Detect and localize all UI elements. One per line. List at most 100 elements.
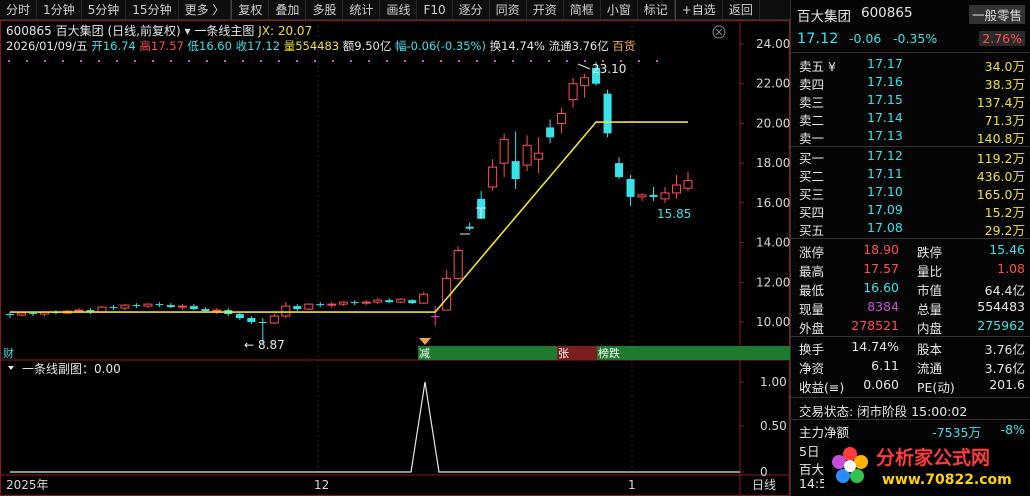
stat-label: 股本 bbox=[917, 342, 943, 357]
candle-body bbox=[568, 83, 578, 101]
stat2-row: 收益(≡) 0.060 PE(动) 201.6 bbox=[791, 377, 1030, 396]
bid-label: 买三 bbox=[799, 187, 825, 202]
toolbar-item[interactable]: 小窗 bbox=[601, 0, 638, 20]
toolbar-item[interactable]: 开资 bbox=[527, 0, 564, 20]
stat-row: 最高 17.57 量比 1.08 bbox=[791, 261, 1030, 280]
bid-row: 买三 17.10 165.0万 bbox=[791, 184, 1030, 203]
logo-url: www.70822.com bbox=[882, 472, 1012, 488]
finance-tag: 财 bbox=[3, 346, 14, 360]
toolbar-item[interactable]: 返回 bbox=[723, 0, 760, 20]
turn-value: 14.74% bbox=[501, 39, 545, 53]
signal-dot bbox=[368, 60, 370, 62]
sub-axis-label: 0 bbox=[760, 465, 768, 479]
kline-chart[interactable]: 24.00 22.00 20.00 18.00 16.00 14.00 12.00 10.00… bbox=[0, 20, 790, 496]
day-label[interactable]: 5日 bbox=[799, 441, 819, 460]
sub-axis-label: 0.50 bbox=[760, 419, 787, 433]
divider bbox=[791, 419, 1030, 420]
toolbar-item[interactable]: 同资 bbox=[490, 0, 527, 20]
price-axis-label: 18.00 bbox=[756, 156, 790, 170]
stat-value: 3.76亿 bbox=[984, 361, 1025, 376]
toolbar-item[interactable]: 分时 bbox=[0, 0, 38, 20]
bid-row: 买一 17.12 119.2万 bbox=[791, 148, 1030, 167]
bid-price: 17.08 bbox=[867, 220, 903, 235]
main-net-value: -7535万 bbox=[932, 425, 981, 440]
toolbar-item[interactable]: 5分钟 bbox=[82, 0, 127, 20]
logo-text: 分析家公式网 bbox=[876, 446, 990, 469]
rp-price: 17.12 bbox=[797, 31, 839, 47]
candle-body bbox=[396, 298, 406, 303]
signal-dot bbox=[530, 60, 532, 62]
rp-title: 百大集团 600865 一般零售 bbox=[791, 5, 1030, 25]
amt-value: 9.50亿 bbox=[354, 39, 392, 53]
ask-label: 卖一 bbox=[799, 131, 825, 146]
toolbar-item[interactable]: 统计 bbox=[343, 0, 381, 20]
sub-signal-line bbox=[10, 381, 740, 473]
toolbar-item[interactable]: 更多 〉 bbox=[179, 0, 232, 20]
candle-body bbox=[269, 315, 279, 324]
toolbar-item[interactable]: 叠加 bbox=[269, 0, 307, 20]
signal-dot bbox=[350, 60, 352, 62]
ask-price: 17.16 bbox=[867, 74, 903, 89]
candle-body bbox=[385, 300, 394, 303]
badge-up: 张 bbox=[558, 347, 569, 360]
stat-label: 总量 bbox=[917, 302, 943, 317]
badge-list: 榜跌 bbox=[598, 346, 620, 360]
divider bbox=[791, 52, 1030, 53]
price-axis-label: 24.00 bbox=[756, 37, 790, 51]
low-value: 16.60 bbox=[199, 39, 232, 53]
trade-state-row: 交易状态: 闭市阶段 15:00:02 bbox=[791, 401, 1030, 420]
dropdown-icon[interactable]: ▾ bbox=[185, 24, 191, 38]
ask-row: 卖五 ¥ 17.17 34.0万 bbox=[791, 56, 1030, 75]
signal-dot bbox=[476, 60, 478, 62]
rp-percent: -0.35% bbox=[893, 31, 938, 46]
signal-dot bbox=[656, 60, 658, 62]
indicator-name[interactable]: 一条线主图 bbox=[194, 24, 254, 38]
ask-price: 17.17 bbox=[867, 56, 903, 71]
stat-value: 6.11 bbox=[871, 358, 899, 373]
open-value: 16.74 bbox=[102, 39, 136, 53]
min-annotation: ← bbox=[244, 338, 254, 352]
toolbar-item[interactable]: 逐分 bbox=[453, 0, 490, 20]
price-axis-label: 12.00 bbox=[756, 275, 790, 289]
candle-body bbox=[671, 184, 682, 194]
stat-label: 收益(≡) bbox=[799, 380, 845, 395]
toolbar-item[interactable]: F10 bbox=[417, 0, 453, 20]
toolbar-item[interactable]: 复权 bbox=[231, 0, 270, 20]
bid-label: 买五 bbox=[799, 223, 825, 238]
signal-dot bbox=[548, 60, 550, 62]
chart-area[interactable]: 24.00 22.00 20.00 18.00 16.00 14.00 12.00 10.00… bbox=[0, 20, 790, 496]
candle-body bbox=[327, 303, 337, 306]
price-axis-label: 22.00 bbox=[756, 77, 790, 91]
toolbar-item[interactable]: 15分钟 bbox=[126, 0, 179, 20]
signal-dot bbox=[440, 60, 442, 62]
candle-body bbox=[304, 303, 314, 310]
toolbar-item[interactable]: 多股 bbox=[306, 0, 344, 20]
bid-row: 买四 17.09 15.2万 bbox=[791, 202, 1030, 221]
toolbar: 分时 1分钟 5分钟 15分钟 更多 〉复权 叠加 多股 统计 画线 F10 逐分 同资 开资 简框 小窗标… bbox=[0, 0, 790, 20]
toolbar-item[interactable]: 标记 bbox=[638, 0, 675, 20]
candle-body bbox=[373, 299, 383, 303]
time-label: 1 bbox=[628, 478, 636, 492]
toolbar-item[interactable]: 简框 bbox=[564, 0, 601, 20]
candle-body bbox=[201, 309, 210, 312]
turn-label: 换 bbox=[489, 39, 502, 53]
high-pointer bbox=[577, 63, 591, 70]
toolbar-item[interactable]: +自选 bbox=[674, 0, 723, 20]
candle-body bbox=[189, 306, 198, 310]
candle-body bbox=[155, 304, 164, 306]
stat-value: 16.60 bbox=[863, 280, 899, 295]
low-label: 低 bbox=[187, 39, 200, 53]
stat-label: 量比 bbox=[917, 264, 943, 279]
industry-button[interactable]: 一般零售 bbox=[968, 5, 1025, 24]
toolbar-item[interactable]: 1分钟 bbox=[37, 0, 82, 20]
price-axis-label: 14.00 bbox=[756, 236, 790, 250]
main-net-row: 主力净额 -7535万 -8% bbox=[791, 422, 1030, 441]
bid-volume: 29.2万 bbox=[984, 223, 1025, 238]
signal-dot bbox=[98, 60, 100, 62]
signal-dot bbox=[494, 60, 496, 62]
vol-value: 554483 bbox=[295, 39, 340, 53]
sector-tag[interactable]: 百货 bbox=[612, 39, 635, 53]
stat-label: 外盘 bbox=[799, 321, 825, 336]
toolbar-item[interactable]: 画线 bbox=[380, 0, 418, 20]
ask-row: 卖三 17.15 137.4万 bbox=[791, 92, 1030, 111]
